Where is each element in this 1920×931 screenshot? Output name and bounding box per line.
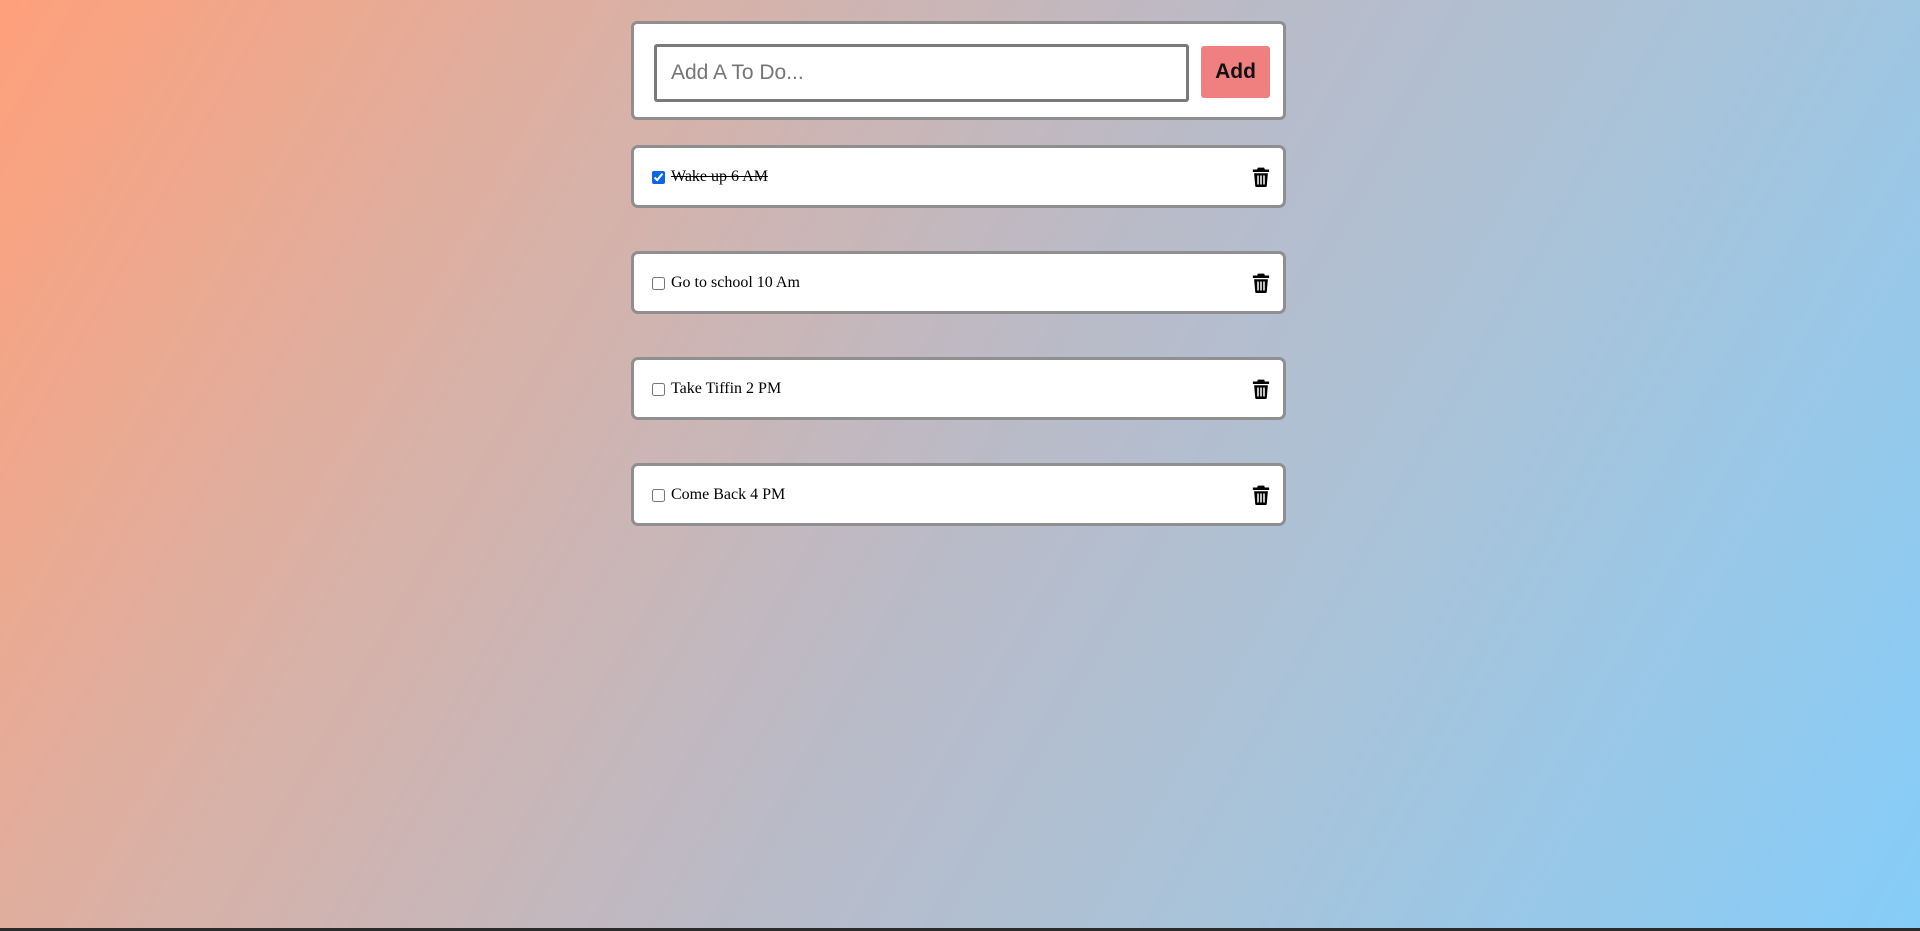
todo-checkbox[interactable]: [652, 383, 665, 396]
todo-text: Wake up 6 AM: [671, 168, 768, 185]
delete-button[interactable]: [1252, 167, 1270, 187]
todo-text: Go to school 10 Am: [671, 274, 800, 291]
delete-button[interactable]: [1252, 273, 1270, 293]
todo-item: Take Tiffin 2 PM: [631, 357, 1286, 420]
todo-checkbox[interactable]: [652, 489, 665, 502]
todo-item: Come Back 4 PM: [631, 463, 1286, 526]
add-button[interactable]: Add: [1201, 46, 1270, 98]
todo-item: Wake up 6 AM: [631, 145, 1286, 208]
delete-button[interactable]: [1252, 379, 1270, 399]
trash-icon: [1252, 379, 1270, 399]
todo-text: Take Tiffin 2 PM: [671, 380, 782, 397]
trash-icon: [1252, 485, 1270, 505]
todo-input[interactable]: [654, 44, 1189, 102]
todo-text: Come Back 4 PM: [671, 486, 786, 503]
todo-item: Go to school 10 Am: [631, 251, 1286, 314]
todo-checkbox[interactable]: [652, 277, 665, 290]
trash-icon: [1252, 273, 1270, 293]
delete-button[interactable]: [1252, 485, 1270, 505]
todo-checkbox[interactable]: [652, 171, 665, 184]
trash-icon: [1252, 167, 1270, 187]
add-todo-card: Add: [631, 21, 1286, 120]
